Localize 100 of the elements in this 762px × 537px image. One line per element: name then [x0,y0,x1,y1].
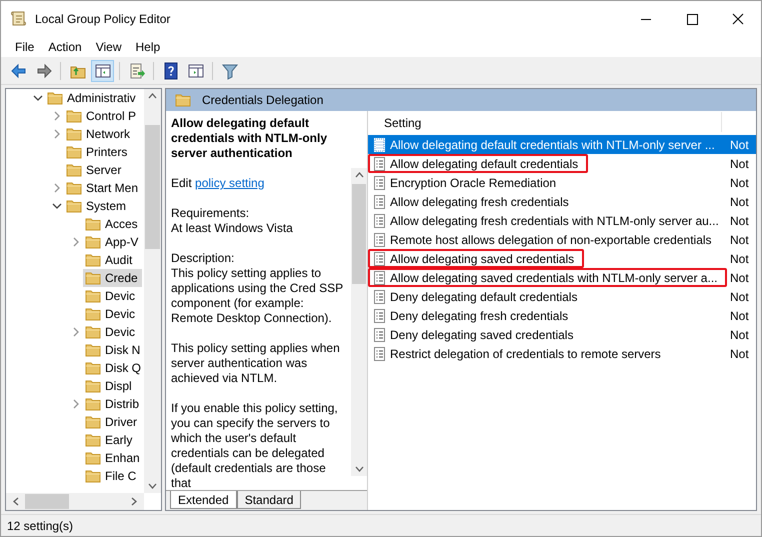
tree-item[interactable]: Devic [83,305,140,323]
description-paragraph: If you enable this policy setting, you can specify the servers to which the user's default credentials can be delegated (default credentials are those that [171,401,339,490]
tree-label: Disk Q [105,360,141,377]
tree-label: Control P [86,108,136,125]
setting-row[interactable]: Allow delegating fresh credentials Not [368,192,756,211]
tree-item[interactable]: Server [64,161,126,179]
setting-row[interactable]: Remote host allows delegation of non-exportable credentials Not [368,230,756,249]
scrollbar[interactable] [351,168,367,476]
document-icon [373,176,386,190]
description-label: Description: [171,251,236,266]
tree-item[interactable]: Driver [83,413,141,431]
tree-item[interactable]: Disk Q [83,359,144,377]
tree-label: App-V [105,234,138,251]
tree-item[interactable]: Devic [83,287,140,305]
setting-row[interactable]: Allow delegating saved credentials Not [368,249,756,268]
tree-item[interactable]: Network [64,125,134,143]
folder-icon [47,90,63,106]
tree-item[interactable]: Disk N [83,341,144,359]
setting-row[interactable]: Allow delegating fresh credentials with NTLM-only server au... Not [368,211,756,230]
setting-row[interactable]: Allow delegating saved credentials with NTLM-only server a... Not [368,268,756,287]
setting-state: Not [730,250,749,268]
toolbar-button[interactable] [91,60,114,82]
tree-item[interactable]: Printers [64,143,132,161]
folder-icon [85,360,101,376]
folder-icon [85,450,101,466]
document-icon [373,346,386,360]
folder-icon [85,378,101,394]
setting-row[interactable]: Deny delegating fresh credentials Not [368,306,756,325]
view-tab[interactable]: Extended [170,491,237,509]
scrollbar[interactable] [6,493,144,510]
tree-item[interactable]: Enhan [83,449,144,467]
setting-name: Allow delegating fresh credentials with NTLM-only server au... [390,212,719,230]
tree-item[interactable]: Crede [83,269,142,287]
setting-row[interactable]: Deny delegating saved credentials Not [368,325,756,344]
tree-item[interactable]: Start Men [64,179,142,197]
tree-label: Crede [105,270,138,287]
document-icon [373,252,386,266]
window-title: Local Group Policy Editor [35,11,170,28]
setting-state: Not [730,346,749,362]
tree-item[interactable]: Acces [83,215,142,233]
view-tab[interactable]: Standard [236,491,302,509]
document-icon [373,156,386,170]
setting-state: Not [730,270,749,286]
tree-item[interactable]: App-V [83,233,142,251]
setting-name: Deny delegating saved credentials [390,326,574,344]
tree-item[interactable]: System [64,197,130,215]
setting-row[interactable]: Restrict delegation of credentials to remote servers Not [368,344,756,363]
setting-name: Remote host allows delegation of non-exportable credentials [390,232,712,248]
tree-item[interactable]: Distrib [83,395,144,413]
tree-item[interactable]: Displ [83,377,136,395]
setting-state: Not [730,288,749,306]
setting-row[interactable]: Allow delegating default credentials Not [368,154,756,173]
setting-row[interactable]: Deny delegating default credentials Not [368,287,756,306]
export-list-icon [128,62,146,80]
menu-item[interactable]: Action [41,38,89,56]
tree-label: Network [86,126,130,143]
tree-label: Distrib [105,396,140,413]
tree-label: Devic [105,324,136,341]
setting-state: Not [730,308,749,324]
tree-item[interactable]: Control P [64,107,140,125]
tree-label: Start Men [86,180,138,197]
tree-item[interactable]: Early [83,431,136,449]
menu-item[interactable]: View [88,38,128,56]
menu-item[interactable]: File [8,38,42,56]
setting-state: Not [730,174,749,192]
folder-icon [85,306,101,322]
tree-item[interactable]: Administrativ [45,89,140,107]
tree-item[interactable]: File C [83,467,140,485]
scrollbar[interactable] [144,89,161,493]
forward-arrow-icon [34,62,52,80]
tree-item[interactable]: Devic [83,323,140,341]
tree-label: Displ [105,378,132,395]
requirements-label: Requirements: [171,206,250,221]
menu-item[interactable]: Help [128,38,168,56]
document-icon [373,232,386,246]
tree-label: Acces [105,216,138,233]
tree-label: Devic [105,288,136,305]
document-icon [373,194,386,208]
document-icon [373,214,386,228]
folder-icon [85,216,101,232]
tree-item[interactable]: Audit [83,251,136,269]
setting-row[interactable]: Allow delegating default credentials with NTLM-only server ... Not [368,135,756,154]
requirements-text: At least Windows Vista [171,221,294,236]
folder-icon [85,288,101,304]
tree-label: Early [105,432,132,449]
setting-name: Restrict delegation of credentials to remote servers [390,346,661,362]
column-header[interactable]: Setting [368,112,722,132]
setting-name: Allow delegating saved credentials [390,250,574,268]
policy-setting-link[interactable]: policy setting [195,176,264,190]
document-icon [373,328,386,342]
status-text: 12 setting(s) [7,518,74,534]
folder-icon [66,198,82,214]
setting-name: Deny delegating default credentials [390,288,578,306]
folder-icon [85,270,101,286]
back-arrow-icon [10,62,28,80]
edit-label: Edit [171,176,192,190]
document-icon [373,138,386,152]
document-icon [373,270,386,284]
description-paragraph: This policy setting applies to applications using the Cred SSP component (for example: Remote Desktop Connection). [171,266,344,326]
setting-row[interactable]: Encryption Oracle Remediation Not [368,173,756,192]
